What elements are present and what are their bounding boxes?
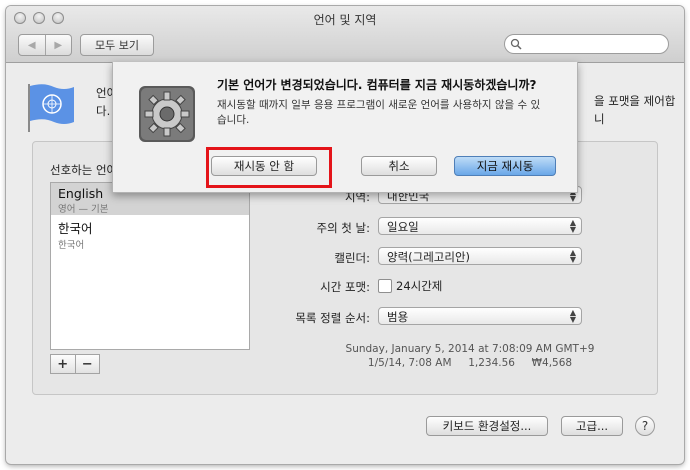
cancel-button[interactable]: 취소 — [361, 156, 437, 176]
back-forward-control: ◀ ▶ — [18, 34, 72, 56]
time-format-label: 시간 포맷: — [320, 280, 370, 294]
advanced-button[interactable]: 고급... — [561, 416, 623, 436]
preferred-languages-list[interactable]: English 영어 — 기본 한국어 한국어 — [50, 182, 250, 350]
search-icon — [510, 38, 522, 50]
24-hour-label: 24시간제 — [396, 279, 443, 293]
24-hour-checkbox[interactable] — [378, 279, 392, 293]
sort-order-popup[interactable]: 범용 ▲ ▼ — [378, 307, 582, 325]
language-item-korean[interactable]: 한국어 한국어 — [51, 215, 249, 251]
intro-text-right: 을 포맷을 제어합니 — [594, 94, 676, 126]
first-day-popup[interactable]: 일요일 ▲ ▼ — [378, 217, 582, 235]
dialog-title: 기본 언어가 변경되었습니다. 컴퓨터를 지금 재시동하겠습니까? — [217, 78, 537, 92]
window-title: 언어 및 지역 — [313, 13, 377, 27]
gear-icon — [139, 86, 195, 142]
dialog-message: 재시동할 때까지 일부 응용 프로그램이 새로운 언어를 사용하지 않을 수 있… — [217, 99, 541, 126]
highlight-box — [206, 147, 332, 188]
calendar-popup[interactable]: 양력(그레고리안) ▲ ▼ — [378, 247, 582, 265]
format-sample-line2: 1/5/14, 7:08 AM 1,234.56 ₩4,568 — [367, 357, 573, 369]
help-button[interactable]: ? — [635, 416, 655, 436]
forward-button[interactable]: ▶ — [44, 35, 72, 55]
title-bar: 언어 및 지역 ◀ ▶ 모두 보기 — [6, 6, 684, 63]
keyboard-preferences-button[interactable]: 키보드 환경설정... — [426, 416, 548, 436]
format-sample-line1: Sunday, January 5, 2014 at 7:08:09 AM GM… — [345, 343, 595, 355]
restart-now-button[interactable]: 지금 재시동 — [454, 156, 556, 176]
preferred-languages-label: 선호하는 언어: — [50, 163, 122, 177]
first-day-label: 주의 첫 날: — [316, 221, 370, 235]
remove-language-button[interactable]: − — [74, 355, 100, 373]
show-all-button[interactable]: 모두 보기 — [80, 34, 154, 56]
add-language-button[interactable]: + — [51, 355, 75, 373]
sort-order-label: 목록 정렬 순서: — [295, 311, 370, 325]
calendar-label: 캘린더: — [334, 251, 370, 265]
restart-dialog: 기본 언어가 변경되었습니다. 컴퓨터를 지금 재시동하겠습니까? 재시동할 때… — [112, 62, 578, 193]
back-button[interactable]: ◀ — [19, 35, 45, 55]
un-flag-icon — [28, 84, 74, 132]
search-field[interactable] — [504, 34, 669, 54]
add-remove-control: + − — [50, 354, 100, 374]
system-preferences-window: 언어 및 지역 ◀ ▶ 모두 보기 언어 및 지다. 을 포맷을 제어합니 선호… — [6, 6, 684, 464]
